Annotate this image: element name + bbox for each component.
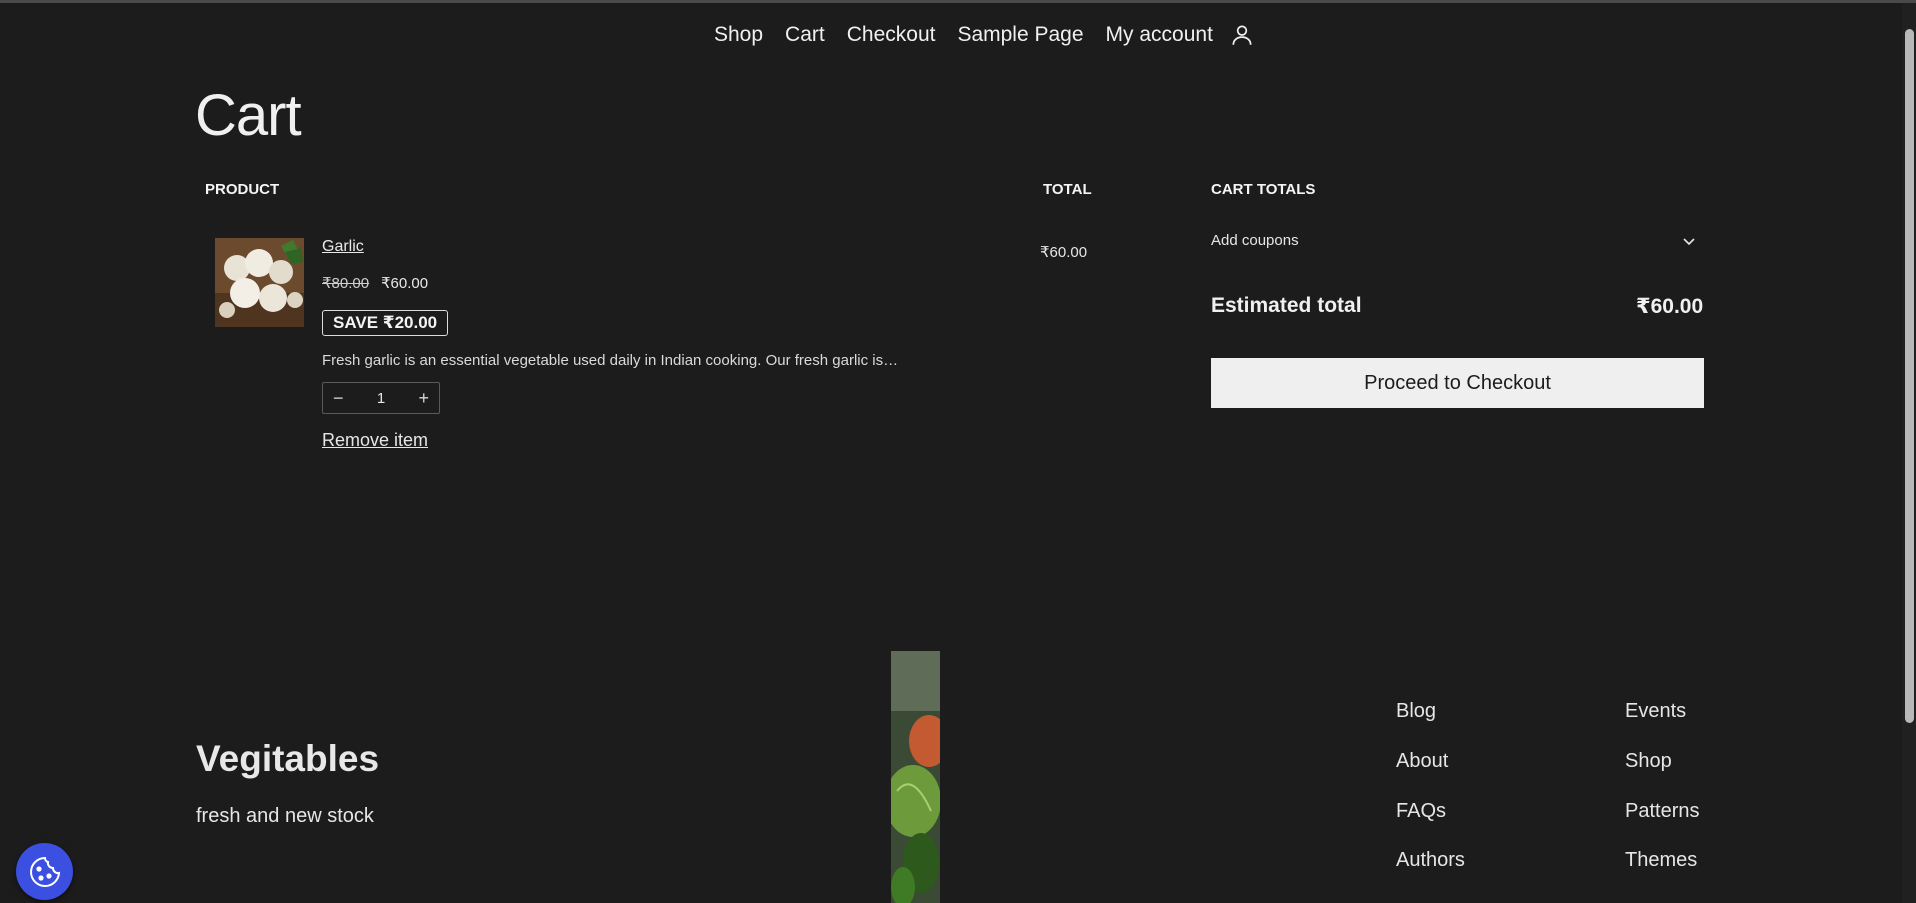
cookie-settings-button[interactable]: [16, 843, 73, 900]
page-title: Cart: [195, 83, 302, 148]
nav-link-checkout[interactable]: Checkout: [847, 23, 936, 47]
remove-item-link[interactable]: Remove item: [322, 430, 428, 451]
sale-price: ₹60.00: [381, 275, 429, 292]
add-coupons-toggle[interactable]: Add coupons: [1211, 232, 1704, 249]
increase-quantity-button[interactable]: +: [418, 388, 429, 409]
footer-link-faqs[interactable]: FAQs: [1396, 800, 1446, 823]
nav-link-cart[interactable]: Cart: [785, 23, 825, 47]
footer-link-about[interactable]: About: [1396, 750, 1448, 773]
regular-price: ₹80.00: [322, 275, 370, 292]
line-item-total: ₹60.00: [1040, 244, 1088, 261]
scrollbar-thumb[interactable]: [1905, 29, 1914, 723]
user-icon[interactable]: [1229, 22, 1255, 48]
product-description: Fresh garlic is an essential vegetable u…: [322, 352, 899, 369]
footer-tagline: fresh and new stock: [196, 805, 374, 827]
add-coupons-label: Add coupons: [1211, 232, 1299, 249]
browser-top-edge: [0, 0, 1916, 3]
footer-vegetable-image: [891, 651, 940, 903]
footer-link-patterns[interactable]: Patterns: [1625, 800, 1699, 823]
estimated-total-label: Estimated total: [1211, 294, 1362, 317]
product-thumbnail-garlic[interactable]: [215, 238, 304, 327]
decrease-quantity-button[interactable]: −: [333, 388, 344, 409]
proceed-to-checkout-button[interactable]: Proceed to Checkout: [1211, 358, 1704, 408]
product-name-link[interactable]: Garlic: [322, 238, 364, 256]
quantity-value[interactable]: 1: [377, 390, 385, 407]
footer-link-shop[interactable]: Shop: [1625, 750, 1672, 773]
footer-link-themes[interactable]: Themes: [1625, 849, 1697, 872]
cart-totals-heading: CART TOTALS: [1211, 181, 1316, 198]
footer-link-events[interactable]: Events: [1625, 700, 1686, 723]
nav-link-my-account[interactable]: My account: [1106, 23, 1213, 47]
cookie-icon: [29, 856, 60, 887]
footer-site-title[interactable]: Vegitables: [196, 738, 379, 780]
estimated-total-value: ₹60.00: [1636, 295, 1704, 318]
scrollbar[interactable]: [1902, 3, 1916, 903]
column-header-product: PRODUCT: [205, 181, 280, 198]
save-badge: SAVE ₹20.00: [322, 310, 449, 336]
footer-link-authors[interactable]: Authors: [1396, 849, 1465, 872]
nav-link-shop[interactable]: Shop: [714, 23, 763, 47]
nav-link-sample-page[interactable]: Sample Page: [957, 23, 1083, 47]
footer-link-blog[interactable]: Blog: [1396, 700, 1436, 723]
chevron-down-icon: [1683, 237, 1695, 245]
main-navigation: Shop Cart Checkout Sample Page My accoun…: [714, 22, 1255, 48]
column-header-total: TOTAL: [1043, 181, 1092, 198]
quantity-stepper: − 1 +: [322, 382, 440, 414]
